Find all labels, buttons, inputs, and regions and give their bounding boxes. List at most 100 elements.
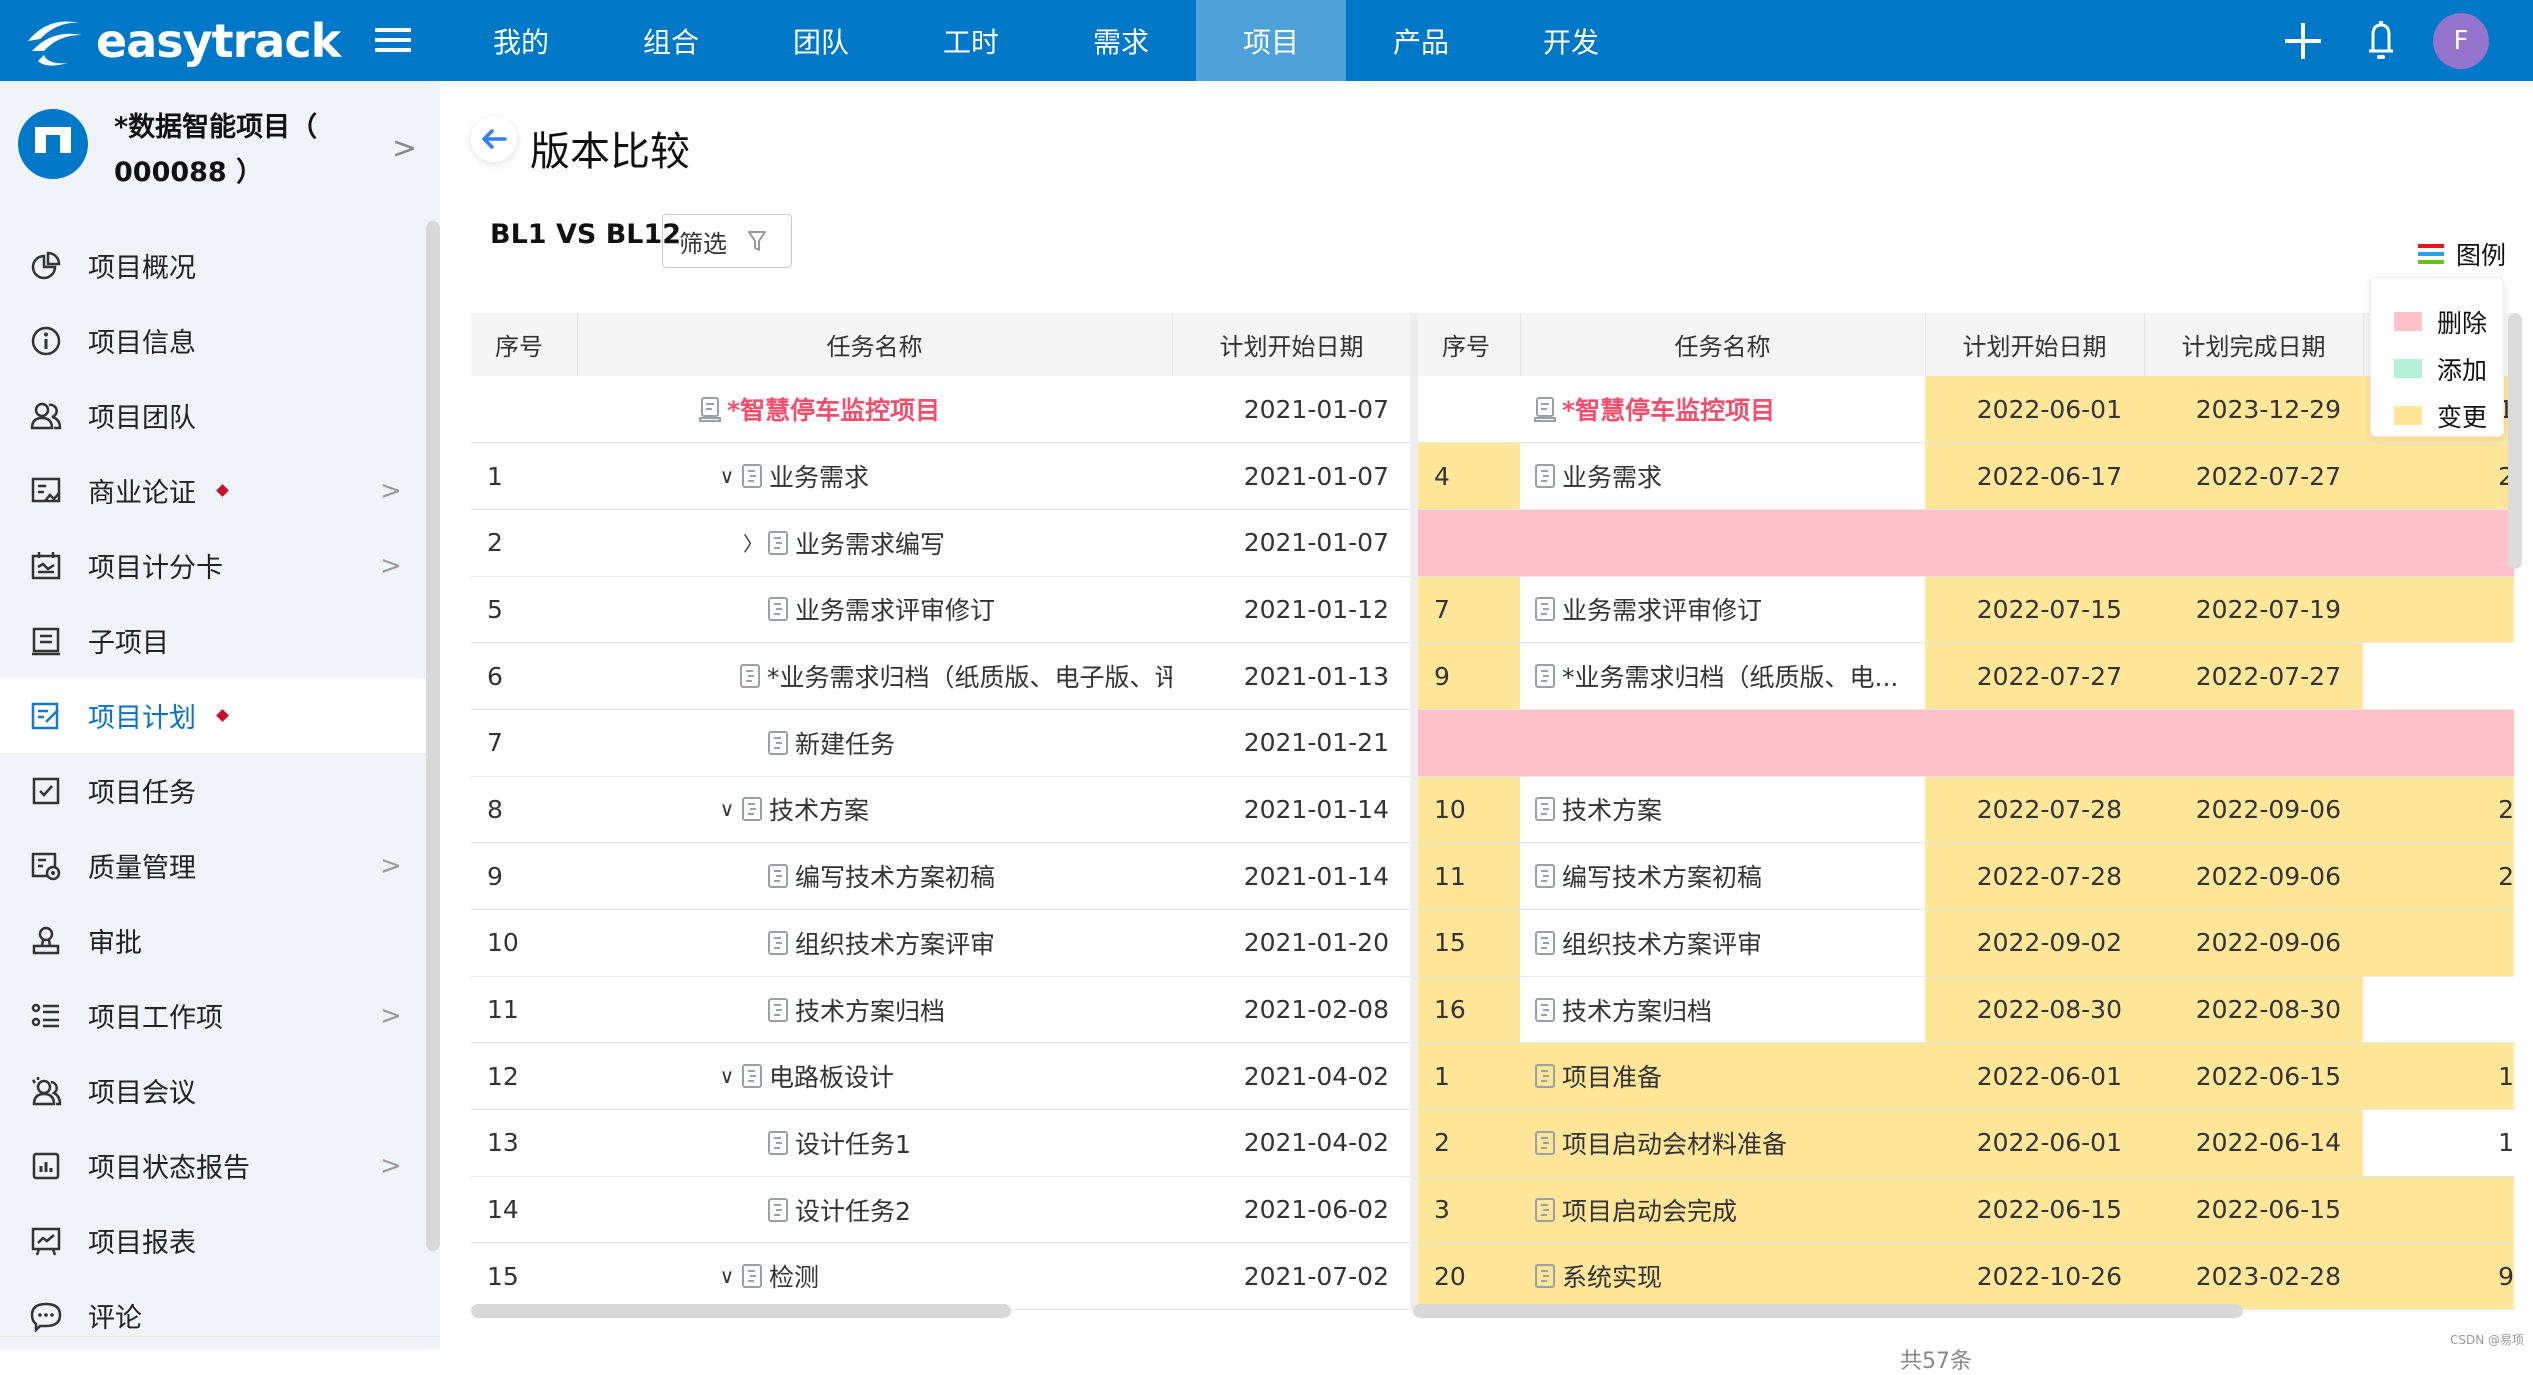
task-name-cell[interactable]: 组织技术方案评审 xyxy=(1520,909,1925,977)
table-row[interactable]: 9 编写技术方案初稿 2021-01-14 xyxy=(471,842,1411,910)
sidebar-item[interactable]: 项目信息 xyxy=(0,303,426,378)
nav-tab[interactable]: 产品 xyxy=(1346,0,1496,81)
task-name-cell[interactable]: ∨ 检测 xyxy=(577,1242,1172,1311)
menu-toggle-icon[interactable] xyxy=(375,22,411,58)
sidebar-item[interactable]: 商业论证 > xyxy=(0,453,426,528)
chevron-down-icon[interactable]: ∨ xyxy=(713,1064,741,1088)
table-row[interactable]: 10 组织技术方案评审 2021-01-20 xyxy=(471,909,1411,977)
sidebar-scrollbar[interactable] xyxy=(426,221,440,1251)
task-name-cell[interactable]: 技术方案归档 xyxy=(577,976,1172,1044)
table-row[interactable]: 4 业务需求 2022-06-17 2022-07-27 2 xyxy=(1414,442,2514,510)
column-header[interactable]: 计划完成日期 xyxy=(2144,313,2364,376)
table-row[interactable]: 16 技术方案归档 2022-08-30 2022-08-30 xyxy=(1414,976,2514,1044)
sidebar-item[interactable]: 评论 xyxy=(0,1278,426,1353)
sidebar-item[interactable]: 项目计分卡 > xyxy=(0,528,426,603)
nav-tab[interactable]: 组合 xyxy=(596,0,746,81)
project-header[interactable]: *数据智能项目（ 000088 ） > xyxy=(0,81,440,231)
table-row[interactable]: 9 *业务需求归档（纸质版、电... 2022-07-27 2022-07-27 xyxy=(1414,642,2514,710)
table-row[interactable]: 1 ∨ 业务需求 2021-01-07 xyxy=(471,442,1411,510)
back-button[interactable] xyxy=(471,116,517,162)
task-name-cell[interactable]: 业务需求评审修订 xyxy=(577,576,1172,644)
left-table-horizontal-scrollbar[interactable] xyxy=(471,1304,1011,1318)
chevron-down-icon[interactable]: ∨ xyxy=(713,1264,741,1288)
task-name-cell[interactable]: 新建任务 xyxy=(577,709,1172,777)
task-name-cell[interactable]: 编写技术方案初稿 xyxy=(577,842,1172,910)
sidebar-item[interactable]: 子项目 xyxy=(0,603,426,678)
sidebar-item[interactable]: 项目状态报告 > xyxy=(0,1128,426,1203)
nav-tab[interactable]: 我的 xyxy=(446,0,596,81)
task-name-cell[interactable]: 系统实现 xyxy=(1520,1242,1925,1311)
logo[interactable]: easytrack xyxy=(18,6,341,76)
table-row[interactable]: 11 编写技术方案初稿 2022-07-28 2022-09-06 2 xyxy=(1414,842,2514,910)
sidebar-item[interactable]: 项目计划 xyxy=(0,678,426,753)
sidebar-item[interactable]: 项目团队 xyxy=(0,378,426,453)
table-row[interactable]: *智慧停车监控项目 2022-06-01 2023-12-29 1 xyxy=(1414,376,2514,444)
table-vertical-scrollbar[interactable] xyxy=(2508,313,2522,569)
task-name-cell[interactable]: 编写技术方案初稿 xyxy=(1520,842,1925,910)
nav-tab[interactable]: 需求 xyxy=(1046,0,1196,81)
task-name-cell[interactable]: *智慧停车监控项目 xyxy=(1520,376,1925,444)
chevron-down-icon[interactable]: ∨ xyxy=(713,797,741,821)
nav-tab[interactable]: 工时 xyxy=(896,0,1046,81)
task-name-cell[interactable]: *业务需求归档（纸质版、电子版、评... xyxy=(577,642,1172,710)
table-row[interactable]: 14 设计任务2 2021-06-02 xyxy=(471,1176,1411,1244)
table-row[interactable]: 5 业务需求评审修订 2021-01-12 xyxy=(471,576,1411,644)
task-name-cell[interactable]: ∨ 电路板设计 xyxy=(577,1042,1172,1111)
chevron-right-icon[interactable]: > xyxy=(392,131,417,166)
legend-toggle[interactable]: 图例 xyxy=(2418,236,2506,272)
task-name-cell[interactable]: 项目启动会完成 xyxy=(1520,1176,1925,1244)
sidebar-item[interactable]: 项目工作项 > xyxy=(0,978,426,1053)
task-name-cell[interactable]: *业务需求归档（纸质版、电... xyxy=(1520,642,1925,710)
task-name-cell[interactable]: 〉业务需求编写 xyxy=(577,509,1172,577)
task-name-cell[interactable]: 设计任务1 xyxy=(577,1109,1172,1177)
chevron-down-icon[interactable]: ∨ xyxy=(713,464,741,488)
table-row[interactable]: 13 设计任务1 2021-04-02 xyxy=(471,1109,1411,1177)
bell-icon[interactable] xyxy=(2361,19,2401,63)
task-name-cell[interactable]: 业务需求 xyxy=(1520,442,1925,510)
nav-tab[interactable]: 项目 xyxy=(1196,0,1346,81)
table-row[interactable] xyxy=(1414,709,2514,777)
task-name-cell[interactable]: ∨ 业务需求 xyxy=(577,442,1172,510)
table-row[interactable]: 3 项目启动会完成 2022-06-15 2022-06-15 xyxy=(1414,1176,2514,1244)
task-name-cell[interactable]: 设计任务2 xyxy=(577,1176,1172,1244)
add-icon[interactable] xyxy=(2283,21,2323,61)
table-row[interactable]: 2 〉业务需求编写 2021-01-07 xyxy=(471,509,1411,577)
chevron-right-icon[interactable]: > xyxy=(380,851,402,881)
column-header[interactable]: 计划开始日期 xyxy=(1172,313,1412,376)
sidebar-item[interactable]: 质量管理 > xyxy=(0,828,426,903)
sidebar-item[interactable]: 项目概况 xyxy=(0,228,426,303)
table-row[interactable]: 11 技术方案归档 2021-02-08 xyxy=(471,976,1411,1044)
chevron-right-icon[interactable]: > xyxy=(380,1001,402,1031)
task-name-cell[interactable]: 业务需求评审修订 xyxy=(1520,576,1925,644)
filter-button[interactable]: 筛选 xyxy=(662,214,792,268)
right-table-horizontal-scrollbar[interactable] xyxy=(1413,1304,2243,1318)
user-avatar[interactable]: F xyxy=(2433,12,2489,69)
column-header[interactable]: 序号 xyxy=(1414,313,1521,376)
table-row[interactable] xyxy=(1414,509,2514,577)
sidebar-item[interactable]: 项目会议 xyxy=(0,1053,426,1128)
table-row[interactable]: 7 业务需求评审修订 2022-07-15 2022-07-19 xyxy=(1414,576,2514,644)
column-header[interactable]: 任务名称 xyxy=(577,313,1173,376)
task-name-cell[interactable]: 项目准备 xyxy=(1520,1042,1925,1111)
chevron-right-icon[interactable]: > xyxy=(380,551,402,581)
column-header[interactable]: 序号 xyxy=(471,313,578,376)
table-row[interactable]: 15 组织技术方案评审 2022-09-02 2022-09-06 xyxy=(1414,909,2514,977)
table-row[interactable]: 2 项目启动会材料准备 2022-06-01 2022-06-14 1 xyxy=(1414,1109,2514,1177)
task-name-cell[interactable]: 技术方案归档 xyxy=(1520,976,1925,1044)
task-name-cell[interactable]: 项目启动会材料准备 xyxy=(1520,1109,1925,1177)
task-name-cell[interactable]: *智慧停车监控项目 xyxy=(577,376,1172,444)
table-row[interactable]: 20 系统实现 2022-10-26 2023-02-28 9 xyxy=(1414,1242,2514,1311)
sidebar-item[interactable]: 项目任务 xyxy=(0,753,426,828)
nav-tab[interactable]: 团队 xyxy=(746,0,896,81)
task-name-cell[interactable]: ∨ 技术方案 xyxy=(577,776,1172,844)
chevron-right-icon[interactable]: > xyxy=(380,476,402,506)
column-header[interactable]: 计划开始日期 xyxy=(1925,313,2145,376)
table-row[interactable]: 10 技术方案 2022-07-28 2022-09-06 2 xyxy=(1414,776,2514,844)
task-name-cell[interactable]: 技术方案 xyxy=(1520,776,1925,844)
chevron-right-icon[interactable]: 〉 xyxy=(739,528,767,557)
table-row[interactable]: 8 ∨ 技术方案 2021-01-14 xyxy=(471,776,1411,844)
table-row[interactable]: 1 项目准备 2022-06-01 2022-06-15 1 xyxy=(1414,1042,2514,1111)
column-header[interactable]: 任务名称 xyxy=(1520,313,1926,376)
task-name-cell[interactable]: 组织技术方案评审 xyxy=(577,909,1172,977)
nav-tab[interactable]: 开发 xyxy=(1496,0,1646,81)
